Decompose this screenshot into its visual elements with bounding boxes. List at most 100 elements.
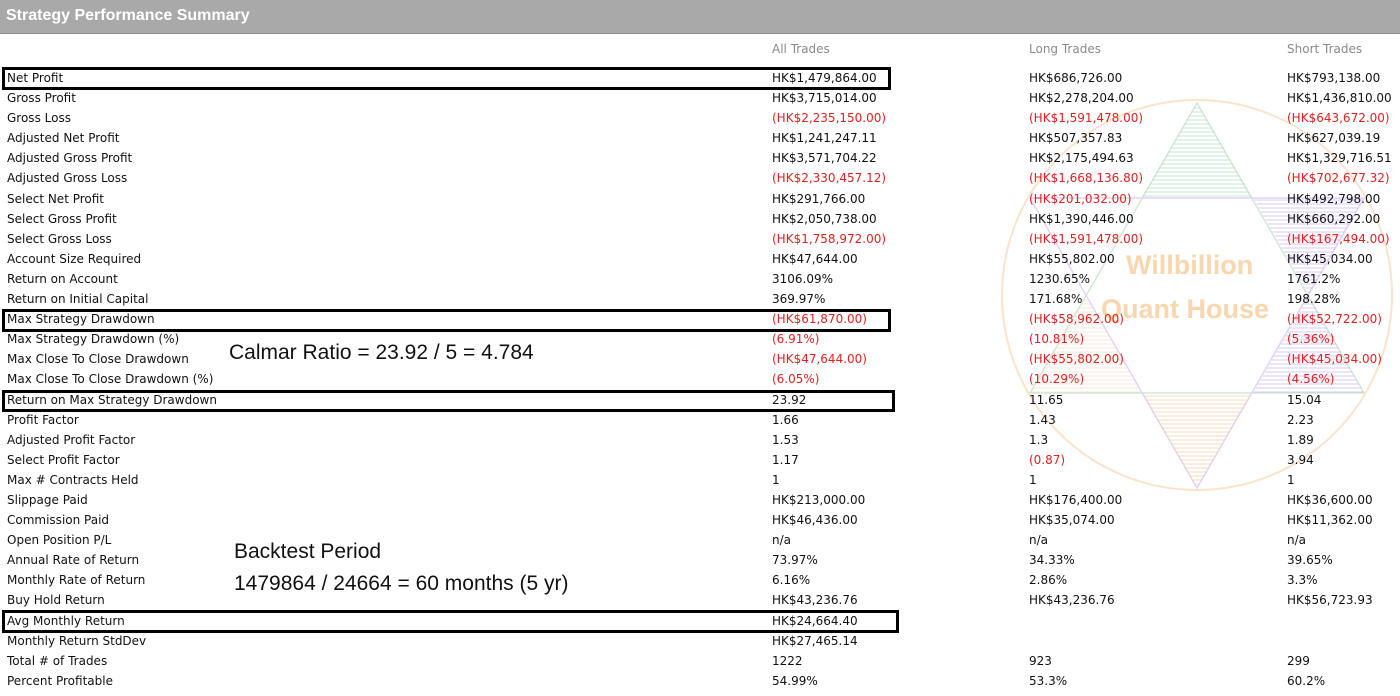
performance-table: Net Profit HK$1,479,864.00 HK$686,726.00 HK… <box>0 68 1400 691</box>
long-trades-value: 171.68% <box>1029 292 1083 307</box>
row-label: Max Close To Close Drawdown (%) <box>7 372 214 387</box>
long-trades-value: (HK$1,591,478.00) <box>1029 231 1144 246</box>
long-trades-value: HK$686,726.00 <box>1029 71 1123 85</box>
all-trades-value: HK$1,241,247.11 <box>772 131 877 146</box>
all-trades-value: (HK$2,235,150.00) <box>772 111 887 126</box>
row-label: Max # Contracts Held <box>7 472 139 487</box>
column-header-short-trades: Short Trades <box>1287 42 1363 56</box>
all-trades-value: 6.16% <box>772 573 811 588</box>
backtest-period-title: Backtest Period <box>234 540 382 563</box>
calmar-ratio-note: Calmar Ratio = 23.92 / 5 = 4.784 <box>229 341 534 364</box>
row-label: Account Size Required <box>7 251 142 266</box>
row-label: Total # of Trades <box>7 653 108 668</box>
row-label: Gross Loss <box>7 111 71 126</box>
short-trades-value: 60.2% <box>1287 673 1326 688</box>
long-trades-value: 53.3% <box>1029 673 1068 688</box>
table-row: Gross Profit HK$3,715,014.00 HK$2,278,204.… <box>0 88 1400 108</box>
summary-title-bar: Strategy Performance Summary <box>0 0 1400 34</box>
all-trades-value: 73.97% <box>772 553 818 568</box>
table-row: Buy Hold Return HK$43,236.76 HK$43,236.76 H… <box>0 590 1400 610</box>
table-row: Percent Profitable 54.99% 53.3% 60.2% <box>0 671 1400 691</box>
row-label: Profit Factor <box>7 412 79 427</box>
all-trades-value: HK$46,436.00 <box>772 513 858 528</box>
short-trades-value: (5.36%) <box>1287 332 1335 347</box>
row-label: Slippage Paid <box>7 492 88 507</box>
all-trades-value: HK$47,644.00 <box>772 251 858 266</box>
table-row: Max Close To Close Drawdown (%) (6.05%) (1… <box>0 369 1400 389</box>
table-row: Return on Account 3106.09% 1230.65% 1761.2% <box>0 269 1400 289</box>
long-trades-value: (0.87) <box>1029 452 1066 467</box>
summary-title: Strategy Performance Summary <box>6 7 250 24</box>
table-row: Account Size Required HK$47,644.00 HK$55,8… <box>0 249 1400 269</box>
all-trades-value: HK$43,236.76 <box>772 593 858 608</box>
row-label: Max Strategy Drawdown (%) <box>7 332 180 347</box>
long-trades-value: 2.86% <box>1029 573 1068 588</box>
all-trades-value: 1.53 <box>772 432 799 447</box>
long-trades-value: HK$1,390,446.00 <box>1029 211 1134 226</box>
short-trades-value: 39.65% <box>1287 553 1333 568</box>
long-trades-value: (10.29%) <box>1029 372 1085 387</box>
long-trades-value: (10.81%) <box>1029 332 1085 347</box>
long-trades-value: 1.43 <box>1029 412 1056 427</box>
column-header-long-trades: Long Trades <box>1029 42 1101 56</box>
table-row: Select Gross Profit HK$2,050,738.00 HK$1,3… <box>0 209 1400 229</box>
all-trades-value: HK$3,715,014.00 <box>772 91 877 106</box>
long-trades-value: HK$43,236.76 <box>1029 593 1115 608</box>
highlight-max-strategy-drawdown <box>2 309 891 332</box>
short-trades-value: 1761.2% <box>1287 271 1341 286</box>
row-label: Percent Profitable <box>7 673 113 688</box>
short-trades-value: HK$492,798.00 <box>1287 191 1381 206</box>
long-trades-value: (HK$1,668,136.80) <box>1029 171 1144 186</box>
short-trades-value: 299 <box>1287 653 1310 668</box>
row-label: Return on Initial Capital <box>7 292 149 307</box>
long-trades-value: HK$507,357.83 <box>1029 131 1123 146</box>
long-trades-value: HK$2,278,204.00 <box>1029 91 1134 106</box>
long-trades-value: HK$55,802.00 <box>1029 251 1115 266</box>
all-trades-value: 1222 <box>772 653 803 668</box>
long-trades-value: 1230.65% <box>1029 271 1091 286</box>
table-row: Gross Loss (HK$2,235,150.00) (HK$1,591,478… <box>0 108 1400 128</box>
long-trades-value: 34.33% <box>1029 553 1075 568</box>
long-trades-value: (HK$55,802.00) <box>1029 352 1124 367</box>
all-trades-value: 3106.09% <box>772 271 834 286</box>
short-trades-value: 1.89 <box>1287 432 1314 447</box>
short-trades-value: HK$11,362.00 <box>1287 513 1373 528</box>
table-row: Adjusted Gross Loss (HK$2,330,457.12) (HK$… <box>0 168 1400 188</box>
short-trades-value: (HK$643,672.00) <box>1287 111 1390 126</box>
highlight-return-on-max-drawdown <box>2 390 895 412</box>
short-trades-value: HK$36,600.00 <box>1287 492 1373 507</box>
row-label: Select Profit Factor <box>7 452 120 467</box>
long-trades-value: (HK$201,032.00) <box>1029 191 1132 206</box>
short-trades-value: (HK$45,034.00) <box>1287 352 1382 367</box>
table-row: Select Profit Factor 1.17 (0.87) 3.94 <box>0 450 1400 470</box>
long-trades-value: 1 <box>1029 472 1037 487</box>
backtest-period-calc: 1479864 / 24664 = 60 months (5 yr) <box>234 572 569 595</box>
short-trades-value: n/a <box>1287 533 1307 548</box>
all-trades-value: (6.05%) <box>772 372 820 387</box>
row-label: Adjusted Gross Loss <box>7 171 128 186</box>
table-row: Adjusted Net Profit HK$1,241,247.11 HK$507… <box>0 128 1400 148</box>
table-row: Select Net Profit HK$291,766.00 (HK$201,03… <box>0 189 1400 209</box>
table-row: Profit Factor 1.66 1.43 2.23 <box>0 410 1400 430</box>
short-trades-value: 1 <box>1287 472 1295 487</box>
short-trades-value: HK$1,436,810.00 <box>1287 91 1392 106</box>
row-label: Annual Rate of Return <box>7 553 140 568</box>
highlight-net-profit <box>2 67 891 90</box>
all-trades-value: (6.91%) <box>772 332 820 347</box>
all-trades-value: 369.97% <box>772 292 826 307</box>
all-trades-value: HK$2,050,738.00 <box>772 211 877 226</box>
all-trades-value: (HK$1,758,972.00) <box>772 231 887 246</box>
all-trades-value: (HK$2,330,457.12) <box>772 171 887 186</box>
long-trades-value: 11.65 <box>1029 392 1064 407</box>
row-label: Buy Hold Return <box>7 593 105 608</box>
short-trades-value: 15.04 <box>1287 392 1322 407</box>
row-label: Adjusted Profit Factor <box>7 432 136 447</box>
short-trades-value: 3.3% <box>1287 573 1318 588</box>
row-label: Max Close To Close Drawdown <box>7 352 189 367</box>
long-trades-value: (HK$58,962.00) <box>1029 312 1124 327</box>
all-trades-value: n/a <box>772 533 792 548</box>
all-trades-value: 1 <box>772 472 780 487</box>
table-row: Total # of Trades 1222 923 299 <box>0 651 1400 671</box>
all-trades-value: (HK$47,644.00) <box>772 352 867 367</box>
row-label: Commission Paid <box>7 513 110 528</box>
